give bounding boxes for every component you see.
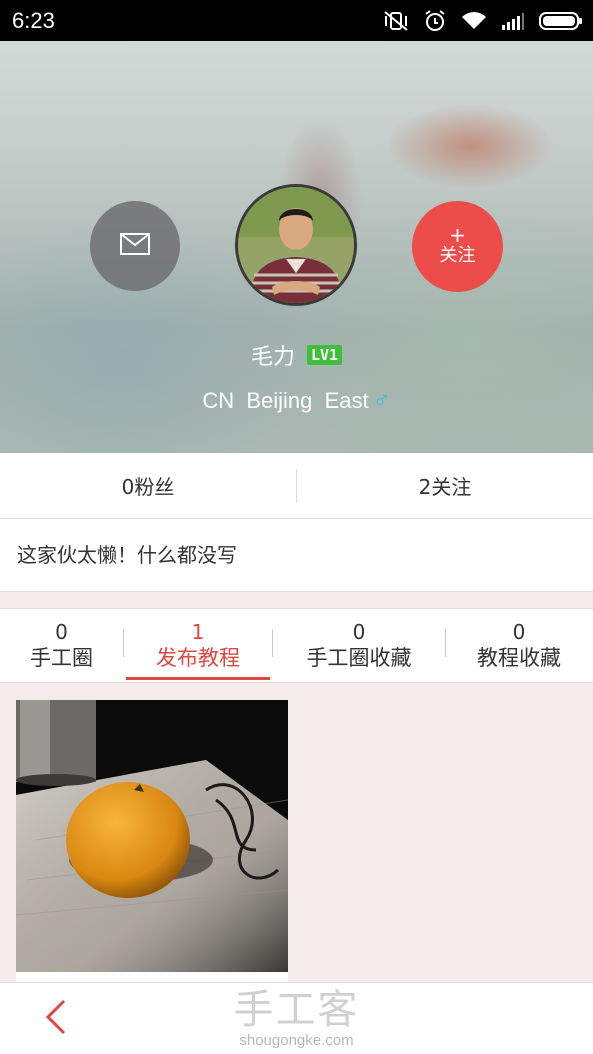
tab-count: 0 — [352, 619, 366, 644]
avatar[interactable] — [235, 184, 357, 306]
status-time: 6:23 — [12, 7, 55, 33]
signal-icon — [501, 11, 525, 31]
chevron-left-icon — [44, 999, 68, 1039]
tutorial-image — [16, 700, 288, 972]
profile-header: + 关注 毛力 LV1 CN Beijing East ♂ — [0, 41, 593, 453]
battery-icon — [539, 11, 583, 31]
tutorial-card[interactable] — [16, 700, 288, 982]
alarm-icon — [423, 9, 447, 33]
watermark-logo: 手工客 — [233, 987, 360, 1033]
name-row: 毛力 LV1 — [0, 339, 593, 371]
tab-count: 0 — [55, 619, 68, 644]
location-text: CN Beijing East — [202, 388, 369, 413]
tab-label: 手工圈收藏 — [306, 645, 412, 670]
bio-text: 这家伙太懒！什么都没写 — [0, 519, 593, 592]
counts-bar: 0粉丝 2关注 — [0, 453, 593, 519]
tab-label: 发布教程 — [156, 645, 240, 670]
tab-count: 1 — [191, 619, 205, 644]
location-row: CN Beijing East ♂ — [0, 388, 593, 414]
follow-label: 关注 — [439, 244, 476, 266]
watermark: 手工客 shougongke.com — [0, 983, 593, 1054]
tab-circle-favorites[interactable]: 0 手工圈收藏 — [273, 609, 445, 682]
status-bar: 6:23 — [0, 0, 593, 41]
user-name: 毛力 — [250, 345, 295, 370]
vibrate-off-icon — [383, 10, 409, 32]
level-badge: LV1 — [306, 345, 343, 365]
follow-button[interactable]: + 关注 — [412, 201, 503, 292]
status-icons — [383, 9, 583, 33]
tab-tutorial-favorites[interactable]: 0 教程收藏 — [446, 609, 592, 682]
profile-tabs: 0 手工圈 1 发布教程 0 手工圈收藏 0 教程收藏 — [0, 608, 593, 683]
tab-published-tutorials[interactable]: 1 发布教程 — [124, 609, 272, 682]
back-button[interactable] — [36, 999, 76, 1039]
following-count[interactable]: 2关注 — [297, 471, 593, 500]
tab-count: 0 — [512, 619, 526, 644]
watermark-url: shougongke.com — [239, 1032, 354, 1049]
tab-label: 教程收藏 — [477, 645, 561, 670]
bottom-bar: 手工客 shougongke.com — [0, 982, 593, 1054]
fans-count[interactable]: 0粉丝 — [0, 471, 296, 500]
wifi-icon — [461, 11, 487, 31]
male-icon: ♂ — [372, 387, 391, 414]
avatar-photo — [238, 187, 354, 303]
tab-label: 手工圈 — [30, 645, 93, 670]
tab-handcraft-circle[interactable]: 0 手工圈 — [0, 609, 123, 682]
message-button[interactable] — [90, 201, 180, 291]
envelope-icon — [120, 233, 150, 259]
plus-icon: + — [449, 222, 466, 247]
